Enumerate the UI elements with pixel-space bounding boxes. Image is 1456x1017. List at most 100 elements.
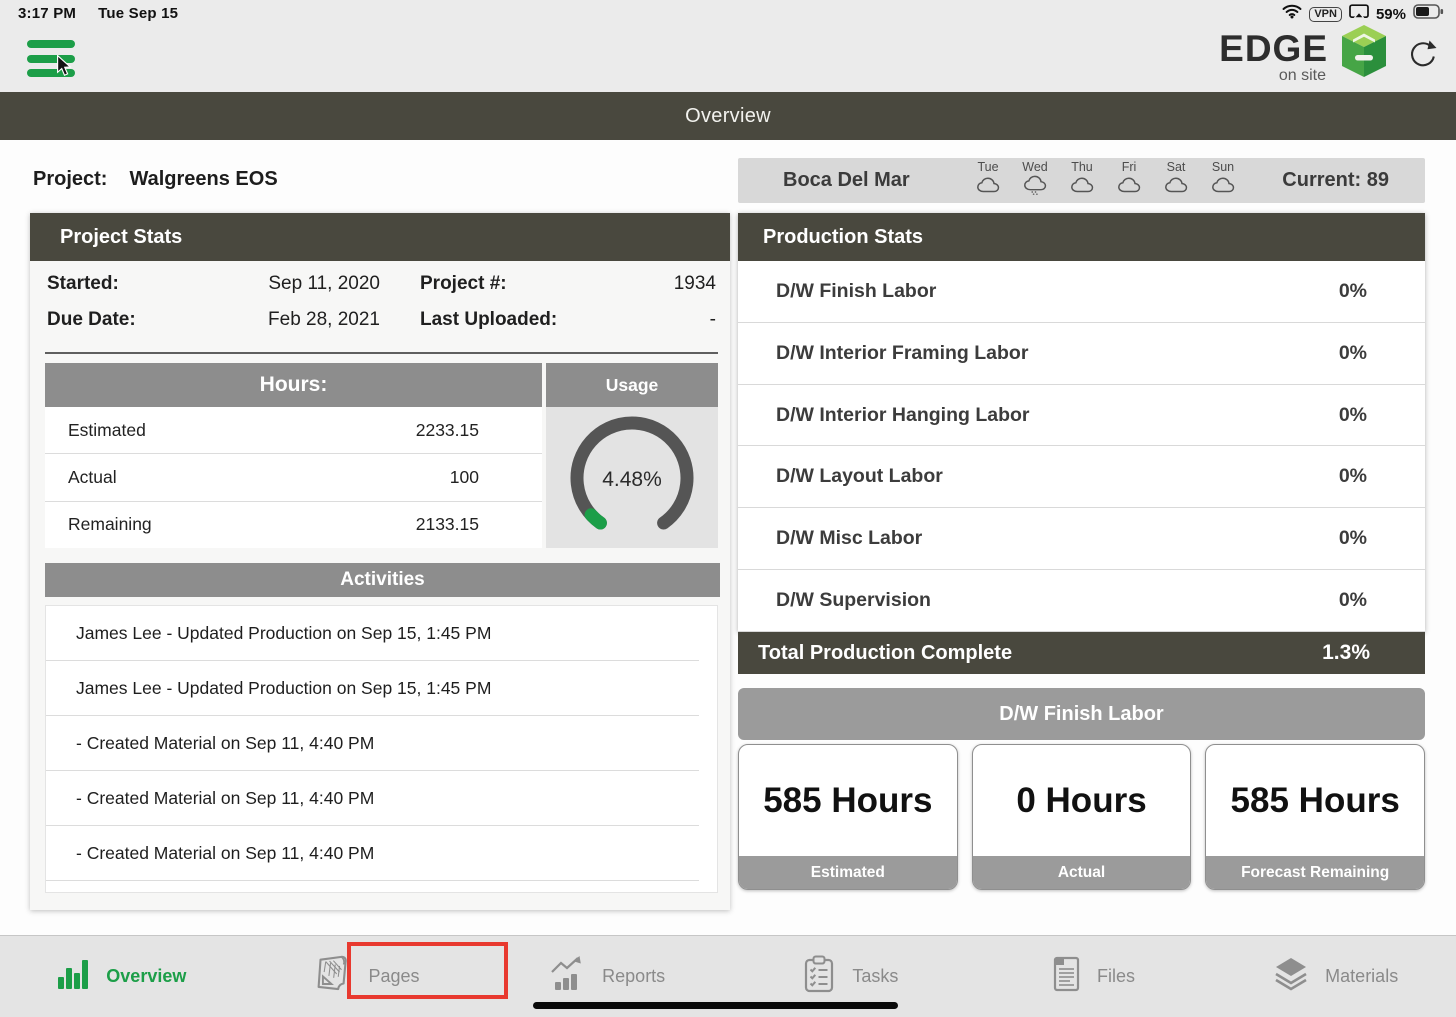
tab-label: Tasks (852, 966, 898, 987)
day-label: Sat (1167, 161, 1186, 174)
stat-card-label: Actual (973, 856, 1191, 889)
materials-layers-icon (1271, 956, 1311, 997)
weather-day: Wed (1015, 161, 1055, 200)
production-row-label: D/W Finish Labor (738, 280, 936, 303)
weather-day: Fri (1109, 161, 1149, 200)
project-stats-fields: Started: Sep 11, 2020 Project #: 1934 Du… (47, 270, 716, 334)
day-label: Thu (1071, 161, 1093, 174)
stat-card-label: Estimated (739, 856, 957, 889)
brand-logo: EDGE on site (1219, 30, 1438, 84)
activities-list[interactable]: James Lee - Updated Production on Sep 15… (45, 605, 718, 893)
production-stats-panel: Production Stats D/W Finish Labor 0% D/W… (738, 213, 1425, 632)
production-row-value: 0% (1339, 280, 1425, 303)
finish-labor-cards: 585 Hours Estimated 0 Hours Actual 585 H… (738, 744, 1425, 890)
project-name: Walgreens EOS (129, 168, 277, 190)
weather-day: Sat (1156, 161, 1196, 200)
weather-bar: Boca Del Mar Tue Wed Thu Fri Sat (738, 158, 1425, 203)
page-title: Overview (685, 105, 771, 128)
brand-subtitle: on site (1279, 68, 1326, 84)
stat-card-forecast-remaining: 585 Hours Forecast Remaining (1205, 744, 1425, 890)
day-label: Wed (1022, 161, 1047, 174)
tab-label: Materials (1325, 966, 1398, 987)
activity-item: James Lee - Updated Production on Sep 15… (46, 661, 699, 716)
field-label: Project #: (420, 270, 610, 298)
cloud-icon (1163, 175, 1190, 200)
production-row[interactable]: D/W Finish Labor 0% (738, 261, 1425, 323)
production-row[interactable]: D/W Misc Labor 0% (738, 508, 1425, 570)
total-production-label: Total Production Complete (738, 642, 1012, 665)
tab-materials[interactable]: Materials (1213, 936, 1456, 1017)
hours-row-value: 2133.15 (416, 514, 542, 535)
top-chrome: 3:17 PMTue Sep 15 VPN (0, 0, 1456, 92)
production-row-value: 0% (1339, 404, 1425, 427)
production-row[interactable]: D/W Interior Hanging Labor 0% (738, 385, 1425, 447)
tab-files[interactable]: Files (971, 936, 1214, 1017)
activity-item: - Created Material on Sep 11, 4:40 PM (46, 771, 699, 826)
project-stats-header: Project Stats (30, 213, 730, 261)
cloud-icon (1210, 175, 1237, 200)
weather-day: Tue (968, 161, 1008, 200)
activity-item: - Created Material on Sep 11, 4:40 PM (46, 826, 699, 881)
field-label: Last Uploaded: (420, 306, 610, 334)
status-date: Tue Sep 15 (98, 5, 178, 22)
refresh-button[interactable] (1408, 39, 1438, 76)
production-row[interactable]: D/W Interior Framing Labor 0% (738, 323, 1425, 385)
stat-card-estimated: 585 Hours Estimated (738, 744, 958, 890)
battery-percent: 59% (1376, 6, 1406, 23)
files-document-icon (1049, 955, 1083, 998)
cloud-icon (975, 175, 1002, 200)
activity-item: James Lee - Updated Production on Sep 15… (46, 606, 699, 661)
tab-label: Reports (602, 966, 665, 987)
field-label: Started: (47, 270, 260, 298)
cloud-drizzle-icon (1022, 175, 1049, 200)
page-title-bar: Overview (0, 92, 1456, 140)
production-row-value: 0% (1339, 527, 1425, 550)
mouse-cursor (56, 55, 73, 83)
hours-row-label: Actual (45, 467, 117, 488)
production-row-label: D/W Supervision (738, 589, 931, 612)
day-label: Sun (1212, 161, 1234, 174)
field-value: - (610, 309, 716, 331)
battery-icon (1413, 4, 1444, 24)
hours-row-value: 100 (450, 467, 542, 488)
usage-percent: 4.48% (602, 468, 662, 492)
production-row-label: D/W Layout Labor (738, 465, 943, 488)
project-header: Project:Walgreens EOS (33, 168, 278, 191)
production-row[interactable]: D/W Layout Labor 0% (738, 446, 1425, 508)
stat-card-value: 0 Hours (973, 745, 1191, 856)
cloud-icon (1116, 175, 1143, 200)
project-stats-panel: Project Stats Started: Sep 11, 2020 Proj… (30, 213, 730, 910)
production-row-value: 0% (1339, 342, 1425, 365)
weather-current-temp: Current: 89 (1282, 169, 1389, 192)
finish-labor-header: D/W Finish Labor (738, 688, 1425, 740)
day-label: Fri (1122, 161, 1137, 174)
usage-gauge-section: Usage 4.48% (546, 363, 718, 548)
weather-day: Thu (1062, 161, 1102, 200)
weather-location: Boca Del Mar (783, 169, 968, 192)
hours-row: Estimated 2233.15 (45, 407, 542, 454)
field-value: 1934 (610, 273, 716, 295)
production-stats-header: Production Stats (738, 213, 1425, 261)
status-bar: 3:17 PMTue Sep 15 VPN (0, 0, 1456, 28)
status-time-date: 3:17 PM Tue Sep 15 (18, 5, 178, 22)
hours-row-label: Remaining (45, 514, 152, 535)
hours-row: Remaining 2133.15 (45, 502, 542, 548)
weather-days: Tue Wed Thu Fri Sat Sun (968, 161, 1243, 200)
stat-card-value: 585 Hours (1206, 745, 1424, 856)
home-indicator[interactable] (533, 1002, 898, 1009)
production-row[interactable]: D/W Supervision 0% (738, 570, 1425, 632)
weather-day: Sun (1203, 161, 1243, 200)
screen-mirroring-icon (1349, 4, 1369, 24)
production-row-value: 0% (1339, 589, 1425, 612)
status-time: 3:17 PM (18, 5, 76, 22)
hours-row: Actual 100 (45, 454, 542, 501)
production-row-value: 0% (1339, 465, 1425, 488)
hours-row-value: 2233.15 (416, 420, 542, 441)
tab-label: Overview (106, 966, 186, 987)
tab-overview[interactable]: Overview (0, 936, 243, 1017)
field-label: Due Date: (47, 306, 260, 334)
activity-item: - Created Material on Sep 11, 4:40 PM (46, 716, 699, 771)
wifi-icon (1282, 4, 1302, 24)
day-label: Tue (977, 161, 998, 174)
hours-header: Hours: (45, 363, 542, 407)
